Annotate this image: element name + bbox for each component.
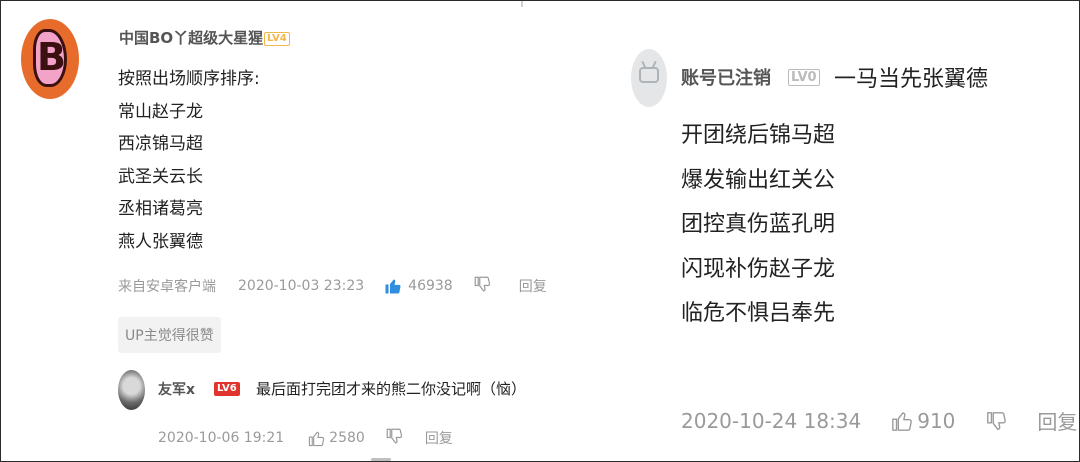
reply-level-badge: LV6	[214, 382, 240, 396]
comment-line: 燕人张翼德	[118, 231, 203, 252]
comment-line: 临危不惧吕奉先	[681, 301, 836, 326]
comment-screenshot: B 中国BO丫超级大星猩 LV4 按照出场顺序排序: 常山赵子龙 西凉锦马超 武…	[0, 0, 1080, 462]
comment-first-line: 一马当先张翼德	[834, 67, 989, 92]
comment-line: 常山赵子龙	[118, 101, 203, 122]
thumb-up-icon[interactable]	[384, 277, 402, 295]
reply-reply-button[interactable]: 回复	[425, 428, 453, 448]
avatar-letter-icon: B	[37, 35, 66, 79]
source-label: 来自安卓客户端	[118, 279, 216, 295]
comment-line: 闪现补伤赵子龙	[681, 256, 836, 282]
reply-timestamp: 2020-10-06 19:21	[158, 430, 285, 446]
dislike-button[interactable]	[985, 410, 1007, 432]
reply-like-count: 2580	[329, 430, 365, 446]
reply-text: 最后面打完团才来的熊二你没记啊（恼）	[256, 380, 527, 398]
thumb-down-icon	[987, 411, 1007, 430]
thumb-down-icon	[474, 276, 490, 292]
bottom-divider	[371, 458, 391, 461]
like-count: 910	[917, 408, 956, 433]
up-liked-badge: UP主觉得很赞	[118, 317, 221, 353]
username[interactable]: 账号已注销	[681, 64, 771, 90]
timestamp: 2020-10-24 18:34	[681, 408, 862, 433]
thumb-down-icon	[386, 428, 402, 444]
comment-line: 开团绕后锦马超	[681, 123, 836, 148]
timestamp: 2020-10-03 23:23	[238, 278, 365, 294]
level-badge: LV4	[264, 32, 290, 46]
dislike-button[interactable]	[473, 275, 491, 297]
reply-meta: 2020-10-06 19:21 2580 回复	[158, 427, 453, 449]
comment-line: 按照出场顺序排序:	[118, 69, 260, 89]
avatar-default[interactable]	[631, 49, 667, 107]
comment-meta: 2020-10-24 18:34 910 回复	[681, 406, 1077, 435]
thumb-up-icon[interactable]	[308, 430, 325, 447]
thumb-up-icon[interactable]	[891, 410, 913, 432]
reply-button[interactable]: 回复	[1037, 406, 1077, 435]
tv-face-icon	[639, 67, 659, 83]
level-badge: LV0	[788, 69, 820, 86]
reply-button[interactable]: 回复	[519, 276, 547, 296]
reply-dislike-button[interactable]	[385, 427, 403, 449]
top-divider	[521, 1, 523, 7]
reply-username[interactable]: 友军x	[158, 379, 195, 399]
comment-line: 西凉锦马超	[118, 134, 203, 154]
comment-line: 武圣关云长	[118, 166, 203, 187]
reply-avatar[interactable]	[118, 370, 145, 410]
avatar[interactable]: B	[21, 19, 79, 99]
comment-body: 开团绕后锦马超 爆发输出红关公 团控真伤蓝孔明 闪现补伤赵子龙 临危不惧吕奉先	[681, 114, 835, 337]
comment-line: 团控真伤蓝孔明	[681, 212, 836, 237]
comment-line: 丞相诸葛亮	[118, 199, 203, 219]
comment-meta: 来自安卓客户端 2020-10-03 23:23 46938 回复	[118, 275, 547, 297]
comment-line: 爆发输出红关公	[681, 167, 836, 193]
comment-body: 按照出场顺序排序: 常山赵子龙 西凉锦马超 武圣关云长 丞相诸葛亮 燕人张翼德	[118, 63, 260, 258]
username[interactable]: 中国BO丫超级大星猩	[119, 27, 263, 48]
like-count: 46938	[408, 278, 453, 294]
